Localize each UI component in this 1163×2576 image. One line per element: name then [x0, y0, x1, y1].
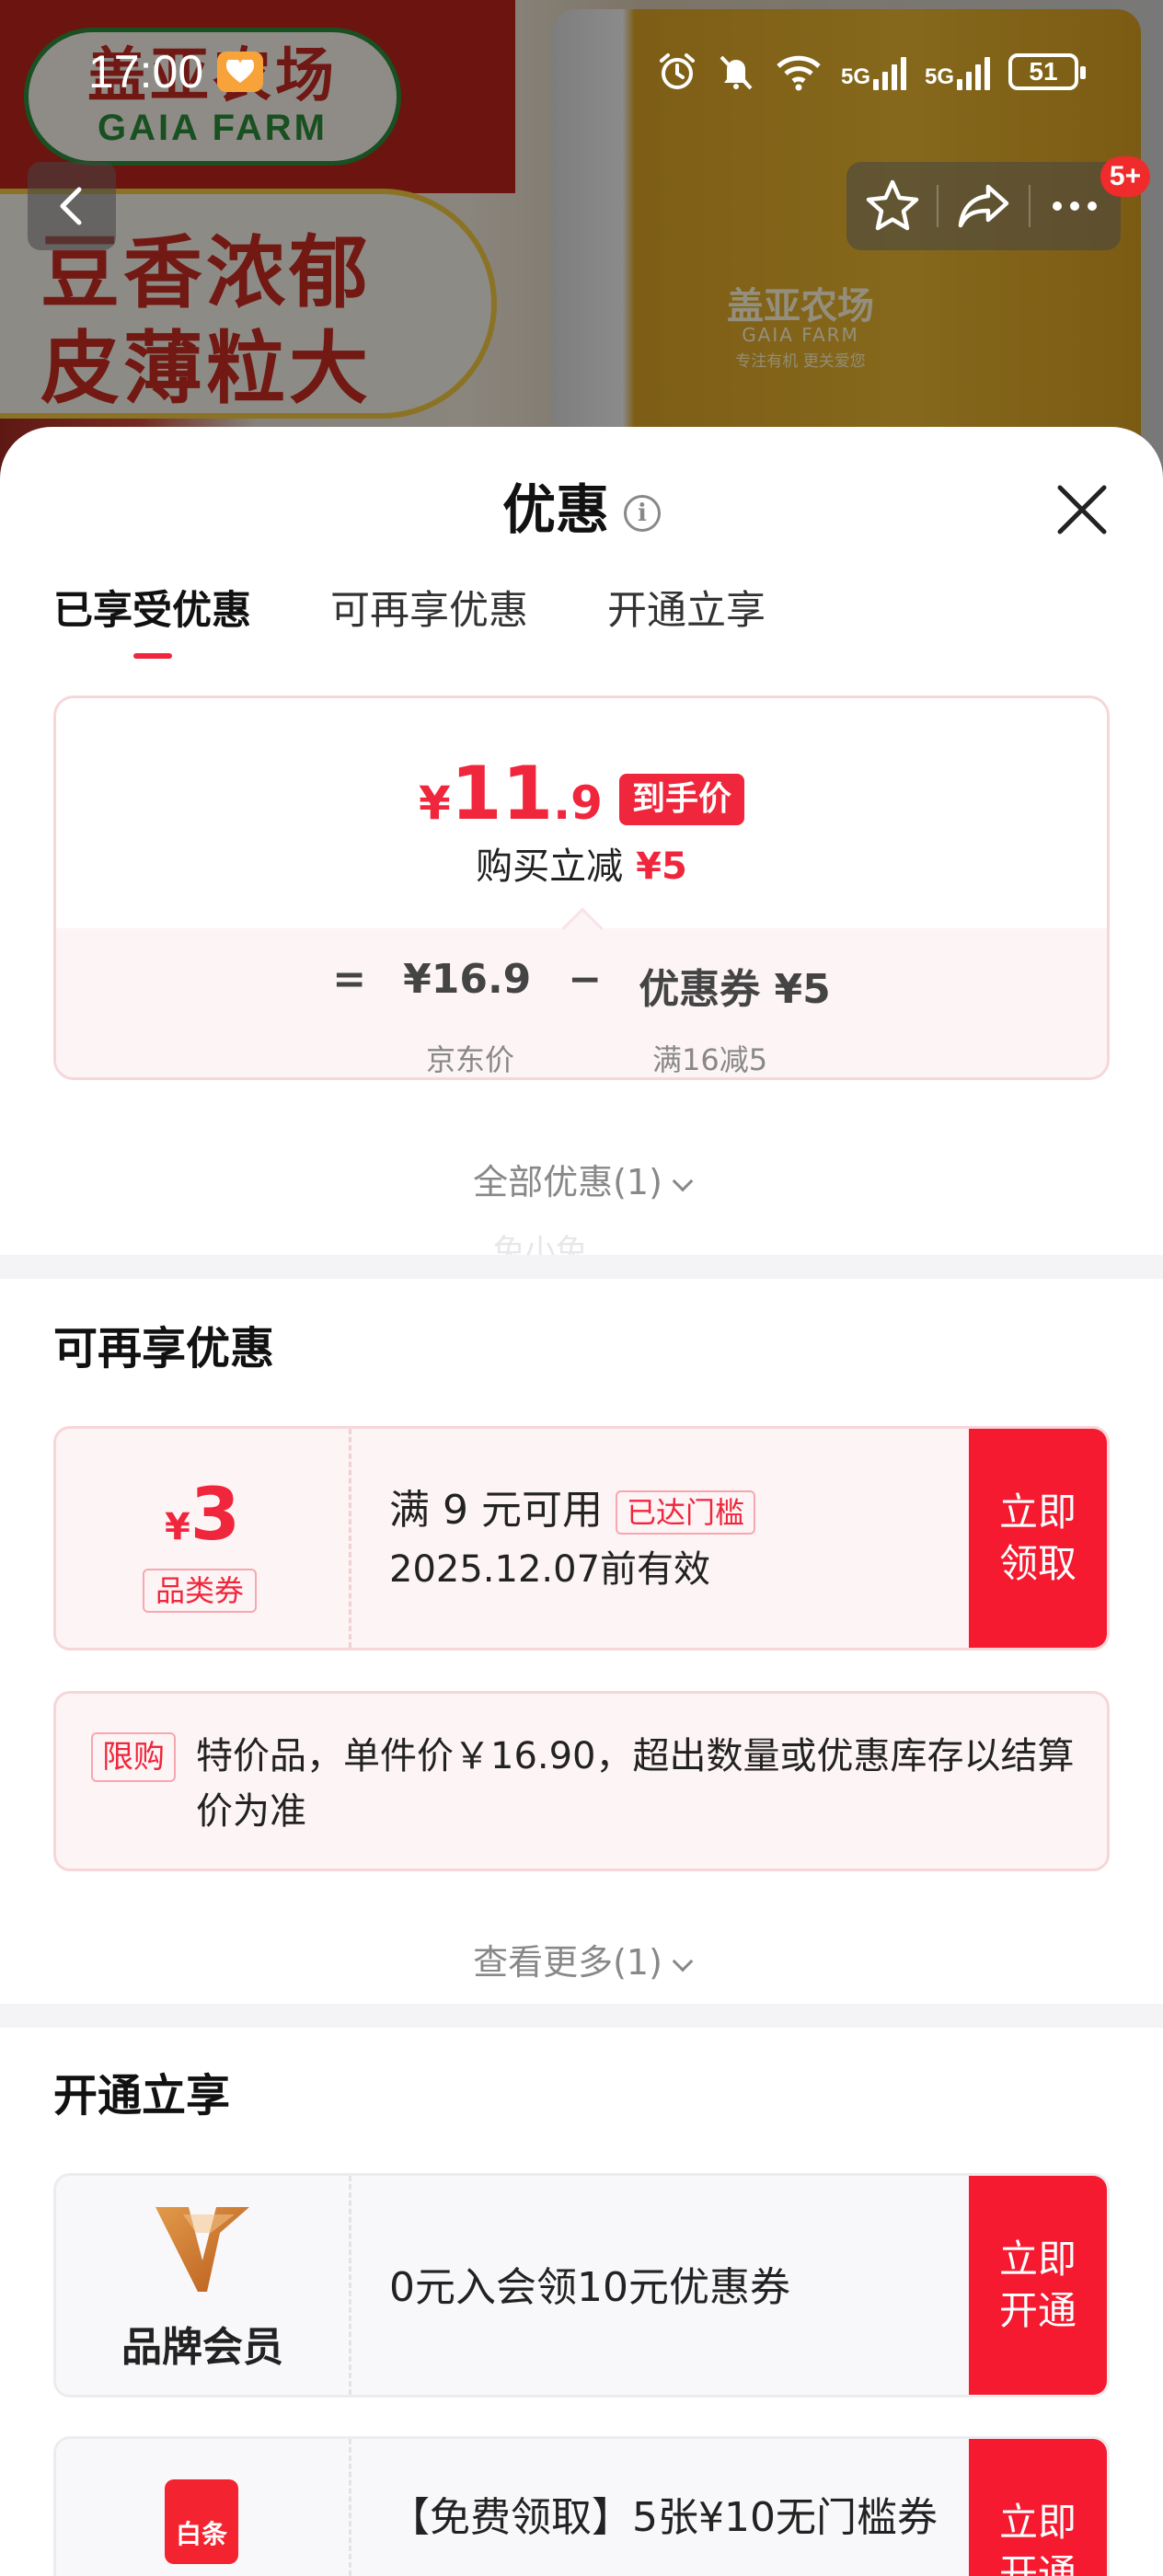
discount-tabs: 已享受优惠 可再享优惠 开通立享 — [53, 583, 766, 638]
sheet-title-text: 优惠 — [501, 478, 609, 541]
battery-indicator: 51 — [1008, 53, 1086, 90]
chevron-left-icon — [60, 187, 82, 225]
share-icon[interactable] — [955, 178, 1012, 235]
instant-discount-amount: ¥5 — [636, 845, 687, 888]
open-membership-button[interactable]: 立即开通 — [969, 2176, 1107, 2395]
coupon-validity: 2025.12.07前有效 — [389, 1548, 711, 1591]
tab-more-available[interactable]: 可再享优惠 — [330, 583, 528, 638]
equals-sign: = — [332, 956, 367, 1003]
see-more-toggle[interactable]: 查看更多(1) — [0, 1934, 1163, 1984]
close-icon[interactable] — [1049, 477, 1115, 543]
message-count-badge: 5+ — [1100, 156, 1150, 197]
tab-enjoyed[interactable]: 已享受优惠 — [53, 583, 251, 638]
chevron-down-icon — [672, 1170, 694, 1192]
back-button[interactable] — [28, 162, 116, 250]
all-discounts-toggle[interactable]: 全部优惠(1) — [0, 1154, 1163, 1204]
member-dashed-divider — [349, 2176, 351, 2395]
app-notification-icon — [217, 52, 263, 92]
jd-price: ¥16.9 — [403, 956, 532, 1003]
baitiao-description: 【免费领取】5张¥10无门槛券 — [389, 2494, 938, 2541]
tab-open-to-enjoy[interactable]: 开通立享 — [607, 583, 766, 638]
coupon-value: ¥3 — [56, 1478, 349, 1552]
discount-sheet: 优惠 i 已享受优惠 可再享优惠 开通立享 ¥ 11 .9 到手价 购买立减 ¥5 … — [0, 427, 1163, 2576]
baitiao-icon: 白条 — [165, 2479, 238, 2564]
claim-coupon-button[interactable]: 立即领取 — [969, 1429, 1107, 1648]
coupon-amount: 3 — [190, 1474, 241, 1557]
coupon-dashed-divider — [349, 1429, 351, 1648]
brand-v-logo-icon — [155, 2207, 249, 2292]
baitiao-offer: 白条 【免费领取】5张¥10无门槛券 立即开通 — [53, 2436, 1110, 2576]
open-to-enjoy-title: 开通立享 — [53, 2070, 231, 2122]
open-baitiao-button[interactable]: 立即开通 — [969, 2439, 1107, 2576]
price-currency: ¥ — [419, 776, 451, 830]
threshold-reached-badge: 已达门槛 — [615, 1490, 755, 1535]
coupon-type-badge: 品类券 — [143, 1569, 258, 1613]
final-price-tag: 到手价 — [618, 774, 744, 825]
header-actions — [846, 162, 1121, 250]
mute-bell-icon — [720, 55, 753, 90]
all-discounts-label: 全部优惠(1) — [473, 1162, 662, 1202]
minus-sign: − — [568, 956, 603, 1003]
instant-discount-label: 购买立减 — [476, 845, 624, 888]
more-discounts-title: 可再享优惠 — [53, 1323, 275, 1374]
see-more-label: 查看更多(1) — [473, 1942, 662, 1983]
section-divider — [0, 1255, 1163, 1279]
membership-description: 0元入会领10元优惠券 — [389, 2264, 790, 2311]
baitiao-dashed-divider — [349, 2439, 351, 2576]
sheet-title: 优惠 i — [0, 473, 1163, 546]
purchase-limit-notice: 限购 特价品，单件价￥16.90，超出数量或优惠库存以结算价为准 — [53, 1691, 1110, 1871]
status-bar: 17:00 5G 5G 51 — [0, 39, 1163, 105]
alarm-icon — [659, 53, 695, 89]
action-divider — [937, 185, 939, 227]
cellular-signal-2: 5G — [925, 53, 990, 90]
brand-membership-name: 品牌会员 — [121, 2324, 283, 2371]
coupon-condition-text: 满 9 元可用 — [389, 1487, 603, 1534]
coupon-deduction: 优惠券 ¥5 — [639, 966, 831, 1013]
info-icon[interactable]: i — [624, 494, 661, 532]
network-label-1: 5G — [840, 64, 870, 89]
more-dots-icon[interactable] — [1046, 178, 1103, 235]
status-time: 17:00 — [88, 46, 204, 98]
final-price-card: ¥ 11 .9 到手价 购买立减 ¥5 = ¥16.9 − 优惠券 ¥5 京东价 … — [53, 696, 1110, 1080]
coupon-value-area: ¥3 品类券 — [56, 1429, 349, 1648]
favorite-star-icon[interactable] — [864, 178, 921, 235]
baitiao-logo-area: 白条 — [56, 2439, 349, 2576]
instant-discount: 购买立减 ¥5 — [56, 836, 1107, 890]
price-formula: = ¥16.9 − 优惠券 ¥5 — [56, 956, 1107, 1015]
limit-tag: 限购 — [91, 1732, 176, 1782]
wifi-icon — [777, 55, 821, 91]
category-coupon: ¥3 品类券 满 9 元可用 已达门槛 2025.12.07前有效 立即领取 — [53, 1426, 1110, 1650]
price-integer: 11 — [450, 751, 554, 836]
final-price: ¥ 11 .9 到手价 — [56, 757, 1107, 834]
membership-logo-area: 品牌会员 — [56, 2176, 349, 2395]
section-divider — [0, 2004, 1163, 2028]
price-decimal: .9 — [553, 776, 603, 830]
brand-membership-offer: 品牌会员 0元入会领10元优惠券 立即开通 — [53, 2173, 1110, 2398]
action-divider — [1028, 185, 1031, 227]
limit-text: 特价品，单件价￥16.90，超出数量或优惠库存以结算价为准 — [196, 1735, 1075, 1833]
coupon-currency: ¥ — [164, 1506, 190, 1548]
coupon-condition: 满 9 元可用 已达门槛 — [389, 1477, 755, 1535]
network-label-2: 5G — [924, 64, 954, 89]
jd-price-label: 京东价 — [426, 1042, 515, 1077]
price-top: ¥ 11 .9 到手价 购买立减 ¥5 — [56, 698, 1107, 928]
cellular-signal-1: 5G — [841, 53, 906, 90]
coupon-rule-label: 满16减5 — [652, 1042, 768, 1077]
chevron-down-icon — [672, 1950, 694, 1972]
status-icons: 5G 5G 51 — [657, 44, 1086, 99]
